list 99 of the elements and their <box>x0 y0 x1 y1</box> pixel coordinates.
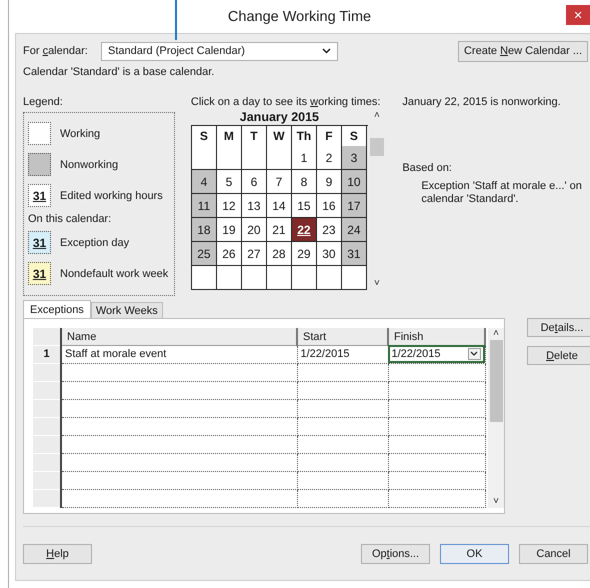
weekday-header: F <box>316 126 342 147</box>
weekday-header: W <box>266 126 292 147</box>
based-on-label: Based on: <box>402 162 453 174</box>
side-button[interactable]: Details... <box>527 318 590 337</box>
calendar-day[interactable] <box>192 266 217 290</box>
create-calendar-button[interactable]: Create New Calendar ... <box>458 40 588 62</box>
calendar-day[interactable]: 2 <box>316 146 342 170</box>
legend-swatch: 31 <box>28 231 51 254</box>
column-header: Name <box>61 328 297 346</box>
month-title: January 2015 <box>238 110 320 125</box>
calendar-day[interactable]: 13 <box>242 194 267 218</box>
table-cell: 1/22/2015 <box>297 345 388 364</box>
tab[interactable]: Work Weeks <box>90 302 163 318</box>
status-headline: January 22, 2015 is nonworking. <box>402 96 562 108</box>
weekday-header: S <box>342 126 367 147</box>
calendar-day[interactable] <box>242 266 267 290</box>
scroll-down-arrow[interactable]: ˅ <box>493 496 499 508</box>
legend-label: Working <box>60 128 100 140</box>
calendar-day[interactable]: 10 <box>342 170 367 194</box>
window-title: Change Working Time <box>228 8 372 24</box>
calendar-day[interactable] <box>316 266 342 290</box>
calendar-day[interactable]: 4 <box>192 170 217 194</box>
calendar-dropdown[interactable]: Standard (Project Calendar) <box>101 42 338 60</box>
weekday-header: T <box>242 126 267 147</box>
finish-cell[interactable]: 1/22/2015 <box>388 345 485 364</box>
calendar-day[interactable] <box>192 146 217 170</box>
calendar-day[interactable]: 29 <box>292 242 317 266</box>
calendar-day[interactable]: 22 <box>292 218 317 242</box>
scroll-down-arrow[interactable]: ˅ <box>374 278 380 290</box>
calendar-day[interactable]: 3 <box>342 146 367 170</box>
based-on-detail: Exception 'Staff at morale e...' on calendar 'Standard'. <box>420 180 583 206</box>
legend-label: Exception day <box>60 236 130 248</box>
calendar-day[interactable] <box>342 266 367 290</box>
table-scrollbar[interactable]: ˄ ˅ <box>488 328 504 508</box>
calendar-day[interactable] <box>266 266 292 290</box>
legend-swatch <box>28 153 51 176</box>
legend-title: Legend: <box>23 96 64 110</box>
legend-label: Nondefault work week <box>60 268 168 280</box>
weekday-header: M <box>216 126 242 147</box>
base-calendar-note: Calendar 'Standard' is a base calendar. <box>23 66 216 80</box>
column-header: Start <box>297 328 388 346</box>
calendar-day[interactable]: 23 <box>316 218 342 242</box>
calendar-day[interactable]: 7 <box>266 170 292 194</box>
close-button[interactable]: ✕ <box>566 5 590 25</box>
calendar-day[interactable]: 27 <box>242 242 267 266</box>
calendar-prompt: Click on a day to see its working times: <box>190 96 382 110</box>
calendar-day[interactable]: 6 <box>242 170 267 194</box>
calendar-day[interactable]: 24 <box>342 218 367 242</box>
legend-swatch: 31 <box>28 262 51 285</box>
calendar-day[interactable]: 28 <box>266 242 292 266</box>
tab[interactable]: Exceptions <box>23 300 91 318</box>
weekday-header: S <box>192 126 217 147</box>
calendar-day[interactable]: 8 <box>292 170 317 194</box>
dropdown-icon[interactable] <box>468 348 480 360</box>
calendar-day[interactable] <box>216 146 242 170</box>
dialog-button[interactable]: Help <box>23 544 92 564</box>
table-cell: Staff at morale event <box>61 345 297 364</box>
dialog-button[interactable]: Options... <box>361 544 430 564</box>
legend-subtitle: On this calendar: <box>28 212 112 227</box>
dialog-button[interactable]: OK <box>440 544 509 564</box>
legend-label: Nonworking <box>60 158 118 170</box>
calendar-day[interactable]: 31 <box>342 242 367 266</box>
calendar-day[interactable]: 12 <box>216 194 242 218</box>
scroll-thumb[interactable] <box>370 138 384 156</box>
calendar-day[interactable]: 15 <box>292 194 317 218</box>
calendar-day[interactable]: 26 <box>216 242 242 266</box>
calendar-day[interactable] <box>266 146 292 170</box>
calendar-day[interactable]: 9 <box>316 170 342 194</box>
weekday-header: Th <box>292 126 317 147</box>
calendar-day[interactable]: 21 <box>266 218 292 242</box>
corner-cell <box>33 328 61 346</box>
dialog-button[interactable]: Cancel <box>519 544 588 564</box>
calendar-day[interactable]: 5 <box>216 170 242 194</box>
calendar-day[interactable]: 18 <box>192 218 217 242</box>
calendar-scrollbar[interactable]: ˄ ˅ <box>370 110 384 290</box>
calendar-day[interactable]: 16 <box>316 194 342 218</box>
calendar-day[interactable]: 19 <box>216 218 242 242</box>
legend-label: Edited working hours <box>60 190 163 202</box>
calendar-day[interactable]: 30 <box>316 242 342 266</box>
calendar-day[interactable]: 25 <box>192 242 217 266</box>
legend-swatch <box>28 122 51 145</box>
chevron-down-icon <box>322 48 331 54</box>
leader-line <box>175 0 177 40</box>
row-number: 1 <box>33 345 61 364</box>
calendar-day[interactable]: 14 <box>266 194 292 218</box>
scroll-up-arrow[interactable]: ˄ <box>374 110 380 122</box>
calendar-day[interactable]: 17 <box>342 194 367 218</box>
calendar-day[interactable] <box>292 266 317 290</box>
calendar-day[interactable] <box>242 146 267 170</box>
legend-swatch: 31 <box>28 184 51 207</box>
column-header: Finish <box>388 328 485 346</box>
scroll-up-arrow[interactable]: ˄ <box>493 328 499 340</box>
calendar-day[interactable] <box>216 266 242 290</box>
calendar-day[interactable]: 20 <box>242 218 267 242</box>
calendar-day[interactable]: 1 <box>292 146 317 170</box>
scroll-thumb[interactable] <box>490 340 502 422</box>
calendar-day[interactable]: 11 <box>192 194 217 218</box>
side-button[interactable]: Delete <box>527 346 590 365</box>
calendar-label: For calendar: <box>23 45 89 57</box>
